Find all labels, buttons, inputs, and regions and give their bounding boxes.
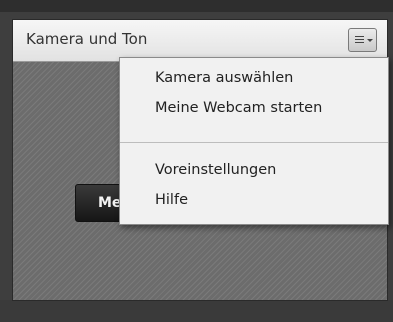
bottom-bar xyxy=(0,300,393,322)
menu-item-preferences[interactable]: Voreinstellungen xyxy=(155,162,276,178)
start-webcam-button-label: Me xyxy=(98,195,122,211)
pod-title: Kamera und Ton xyxy=(26,30,148,48)
menu-item-select-camera[interactable]: Kamera auswählen xyxy=(155,70,293,86)
menu-item-start-webcam[interactable]: Meine Webcam starten xyxy=(155,100,322,116)
hamburger-menu-icon xyxy=(355,36,364,45)
pod-options-menu: Kamera auswählen Meine Webcam starten Vo… xyxy=(119,57,389,225)
menu-item-help[interactable]: Hilfe xyxy=(155,192,188,208)
pod-options-menu-button[interactable] xyxy=(348,28,377,52)
top-bar xyxy=(0,0,393,12)
pod-header: Kamera und Ton xyxy=(13,20,387,62)
menu-divider xyxy=(120,142,388,143)
chevron-down-icon xyxy=(367,39,373,42)
